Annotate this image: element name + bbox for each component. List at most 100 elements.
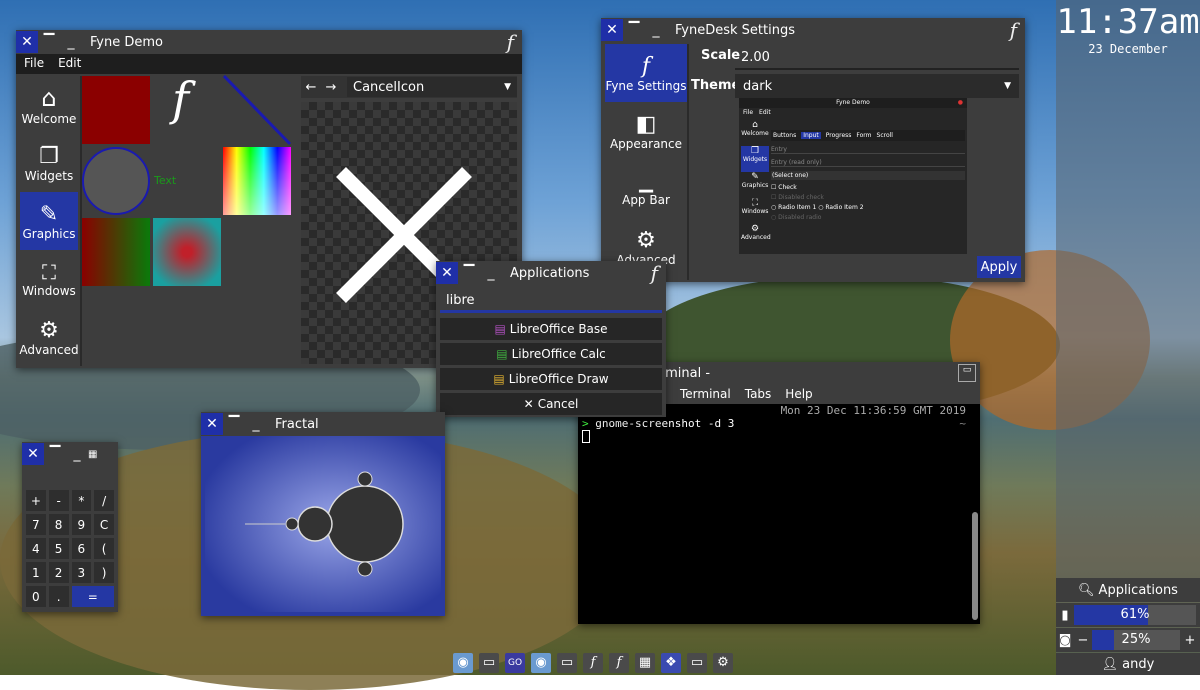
browser-icon[interactable]: ◉	[453, 652, 473, 673]
list-item[interactable]: ▤ LibreOffice Calc	[440, 343, 662, 365]
menu-tabs[interactable]: Tabs	[745, 387, 772, 401]
maximize-icon[interactable]: ▔	[44, 443, 66, 465]
calc-key[interactable]: .	[48, 586, 69, 607]
minimize-icon[interactable]: _	[60, 31, 82, 53]
close-icon[interactable]: ✕	[436, 262, 458, 284]
title-bar[interactable]: ✕ ▔ _ Applications f	[436, 261, 666, 285]
calc-key[interactable]: 6	[71, 538, 92, 559]
arrow-right-icon[interactable]: →	[321, 80, 341, 95]
minimize-icon[interactable]: _	[645, 19, 667, 41]
browser-icon[interactable]: ◉	[531, 652, 551, 673]
text-label: Text	[154, 174, 177, 187]
calc-key[interactable]: 1	[26, 562, 46, 583]
app-list: ▤ LibreOffice Base ▤ LibreOffice Calc ▤ Lib…	[436, 315, 666, 418]
minimize-icon[interactable]: _	[66, 443, 88, 465]
sidebar-item-fyne-settings[interactable]: f Fyne Settings	[605, 44, 687, 102]
sidebar-item-windows[interactable]: ⛶ Windows	[20, 250, 78, 308]
equals-button[interactable]: =	[71, 586, 114, 607]
theme-select[interactable]: dark ▼	[735, 74, 1019, 98]
minimize-icon[interactable]: _	[480, 262, 502, 284]
brightness-icon: ◙	[1058, 632, 1072, 648]
appbar-icon: ▁	[639, 171, 653, 193]
sidebar-item-graphics[interactable]: ✎ Graphics	[20, 192, 78, 250]
sidebar-item-advanced[interactable]: ⚙ Advanced	[19, 308, 78, 366]
maximize-icon[interactable]: ▔	[38, 31, 60, 53]
terminal-icon[interactable]: ▭	[557, 652, 577, 673]
icon-toolbar: ← → CancelIcon ▼	[301, 76, 517, 98]
calc-key[interactable]: 9	[71, 514, 92, 535]
terminal-icon[interactable]: ▭	[479, 652, 499, 673]
fyne-demo-icon[interactable]: f	[583, 652, 603, 673]
calc-key[interactable]: 2	[48, 562, 69, 583]
title-bar[interactable]: ✕ ▔ _ Fyne Demo f	[16, 30, 522, 54]
sidebar-item-label: Graphics	[22, 226, 76, 241]
close-icon[interactable]: ✕	[22, 443, 44, 465]
menu-terminal[interactable]: Terminal	[680, 387, 731, 401]
gear-icon[interactable]: ⚙	[713, 652, 733, 673]
cancel-button[interactable]: ✕ Cancel	[440, 393, 662, 415]
brightness-down-button[interactable]: −	[1074, 633, 1092, 648]
calculator-icon[interactable]: ▦	[635, 652, 655, 673]
preview-tab: Form	[856, 132, 872, 139]
calc-key[interactable]: /	[94, 490, 114, 511]
minimize-icon[interactable]: _	[245, 413, 267, 435]
brightness-bar[interactable]: 25%	[1092, 630, 1180, 650]
window-title: Applications	[510, 265, 590, 281]
battery-row: ▮ 61%	[1056, 603, 1200, 627]
preview-title-bar: Fyne Demo ●	[739, 98, 967, 108]
calc-key[interactable]: )	[94, 562, 114, 583]
sidebar-item-appearance[interactable]: ◧ Appearance	[605, 102, 687, 160]
close-icon[interactable]: ✕	[601, 19, 623, 41]
scale-input[interactable]: 2.00	[735, 46, 1019, 70]
applications-button[interactable]: 🔍︎ Applications	[1056, 578, 1200, 602]
fyne-settings-icon[interactable]: f	[609, 652, 629, 673]
calculator-keypad: + - * / 7 8 9 C 4 5 6 ( 1 2 3 ) 0 . =	[26, 490, 114, 607]
calc-key[interactable]: 7	[26, 514, 46, 535]
go-icon[interactable]: GO	[505, 652, 525, 673]
calc-key[interactable]: -	[48, 490, 69, 511]
calc-key[interactable]: C	[94, 514, 114, 535]
sidebar-item-label: App Bar	[622, 192, 670, 207]
sidebar-item-app-bar[interactable]: ▁ App Bar	[605, 160, 687, 218]
fyne-logo-image: f	[172, 72, 190, 126]
menu-edit[interactable]: Edit	[58, 56, 81, 72]
terminal-icon[interactable]: ▭	[687, 652, 707, 673]
user-button[interactable]: 👤︎ andy	[1056, 653, 1200, 675]
calc-key[interactable]: (	[94, 538, 114, 559]
search-input[interactable]: libre	[440, 289, 662, 313]
calc-key[interactable]: 3	[71, 562, 92, 583]
sidebar-item-welcome[interactable]: ⌂ Welcome	[20, 76, 78, 134]
pencil-icon: ✎	[39, 201, 59, 227]
calc-key[interactable]: 5	[48, 538, 69, 559]
maximize-icon[interactable]: ▔	[623, 19, 645, 41]
calc-key[interactable]: 4	[26, 538, 46, 559]
arrow-left-icon[interactable]: ←	[301, 80, 321, 95]
title-bar[interactable]: ✕ ▔ _ Fractal	[201, 412, 445, 436]
preview-disabled-check: ☐ Disabled check	[771, 194, 824, 201]
preview-nav-label: Graphics	[741, 182, 769, 189]
menu-help[interactable]: Help	[785, 387, 812, 401]
menu-file[interactable]: File	[24, 56, 44, 72]
title-bar[interactable]: ✕ ▔ _ FyneDesk Settings f	[601, 18, 1025, 42]
gear-icon: ⚙	[39, 317, 59, 343]
fractal-icon[interactable]: ❖	[661, 652, 681, 673]
close-icon[interactable]: ✕	[16, 31, 38, 53]
close-icon[interactable]: ✕	[201, 413, 223, 435]
sidebar-item-widgets[interactable]: ❐ Widgets	[20, 134, 78, 192]
preview-sidebar: ⌂ Welcome ❐ Widgets ✎ Graphics ⛶ Windows ⚙ Ad…	[741, 120, 771, 250]
title-bar[interactable]: ✕ ▔ _ ▦	[22, 442, 118, 466]
scrollbar[interactable]	[972, 512, 978, 620]
menu-bar: File Edit	[16, 54, 522, 74]
list-item[interactable]: ▤ LibreOffice Draw	[440, 368, 662, 390]
calc-key[interactable]: +	[26, 490, 46, 511]
calc-key[interactable]: 8	[48, 514, 69, 535]
icon-select[interactable]: CancelIcon ▼	[347, 77, 517, 97]
preview-menu-edit: Edit	[759, 109, 771, 116]
maximize-icon[interactable]: ▔	[458, 262, 480, 284]
list-item[interactable]: ▤ LibreOffice Base	[440, 318, 662, 340]
maximize-icon[interactable]: ▔	[223, 413, 245, 435]
brightness-up-button[interactable]: +	[1180, 633, 1200, 648]
calc-key[interactable]: *	[71, 490, 92, 511]
apply-button[interactable]: Apply	[977, 256, 1021, 278]
calc-key[interactable]: 0	[26, 586, 46, 607]
